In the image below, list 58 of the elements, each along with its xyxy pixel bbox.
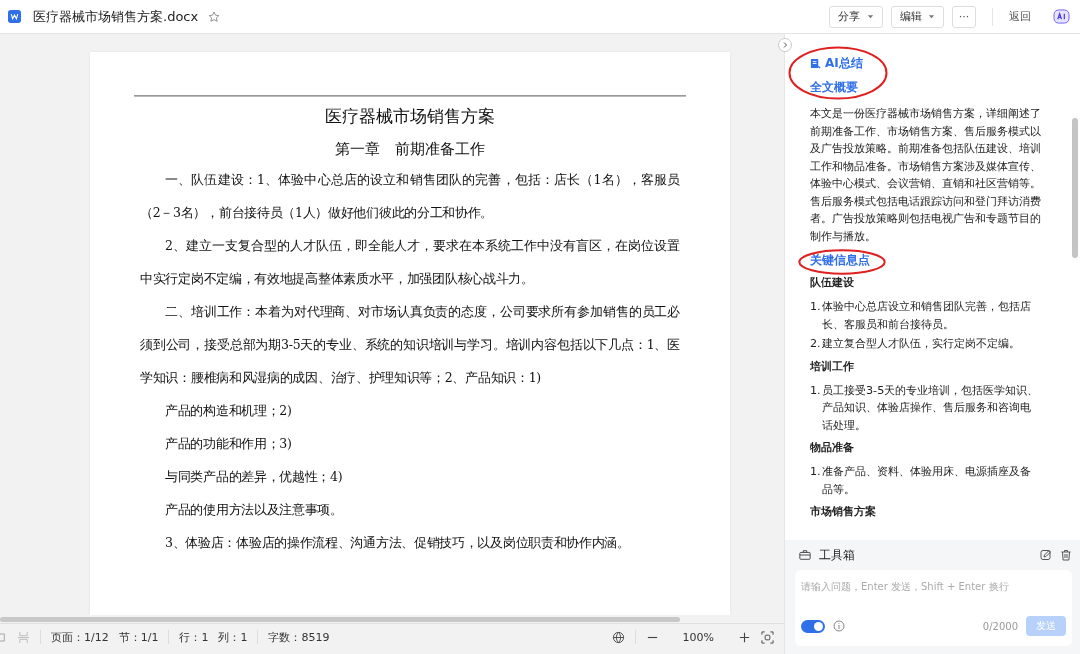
toolbox-label[interactable]: 工具箱 bbox=[819, 546, 855, 564]
list-number: 2. bbox=[810, 336, 822, 352]
dropdown-button[interactable]: 编辑 bbox=[890, 5, 944, 28]
document-title: 医疗器械市场销售方案.docx bbox=[33, 7, 199, 26]
paragraph: 产品的功能和作用；3) bbox=[164, 435, 293, 453]
paragraph: 与同类产品的差异，优越性；4) bbox=[164, 468, 344, 486]
document-icon bbox=[8, 10, 21, 23]
globe-icon[interactable] bbox=[611, 630, 625, 644]
question-field[interactable]: 请输入问题，Enter 发送，Shift + Enter 换行 bbox=[795, 570, 1072, 610]
paragraph: 二、培训工作：本着为对代理商、对市场认真负责的态度，公司要求所有参加销售的员工必须到公司，接受总部为期3-5天的专业、系统的知识培训与学习。培训内容包括以下几点：1、医学知识：腰椎病和风湿病的成因、治疗、护理知识等；2、产品知识：1) bbox=[140, 303, 680, 387]
group-title: 队伍建设 bbox=[810, 276, 855, 290]
dropdown-button[interactable]: 分享 bbox=[829, 5, 883, 28]
chapter-heading: 第一章 前期准备工作 bbox=[334, 140, 486, 159]
page-count: 页面：1/12 bbox=[51, 629, 109, 645]
caret-icon bbox=[866, 13, 874, 20]
info-icon[interactable] bbox=[833, 620, 845, 632]
paragraph: 3、体验店：体验店的操作流程、沟通方法、促销技巧，以及岗位职责和协作内涵。 bbox=[164, 534, 631, 552]
toolbox-icon bbox=[799, 549, 811, 561]
list-number: 1. bbox=[810, 299, 822, 315]
summary-icon bbox=[810, 57, 821, 69]
zoom-level: 100% bbox=[682, 630, 714, 644]
list-number: 1. bbox=[810, 464, 822, 480]
summary-text: 本文是一份医疗器械市场销售方案，详细阐述了前期准备工作、市场销售方案、售后服务模式以及广告投放策略。前期准备包括队伍建设、培训工作和物品准备。市场销售方案涉及媒体宣传、体验中心模式、会议营销、直销和社区营销等。售后服务模式包括电话跟踪访问和登门拜访消费者。广告投放策略则包括电视广告和专题节目的制作与播放。 bbox=[810, 106, 1042, 245]
list-item: 员工接受3-5天的专业培训，包括医学知识、产品知识、体验店操作、售后服务和咨询电话处理。 bbox=[822, 382, 1040, 434]
paragraph: 产品的使用方法以及注意事项。 bbox=[164, 501, 344, 519]
paragraph: 2、建立一支复合型的人才队伍，即全能人才，要求在本系统工作中没有盲区，在岗位设置中实行定岗不定编，有效地提高整体素质水平，加强团队核心战斗力。 bbox=[140, 237, 680, 288]
word-count: 字数：8519 bbox=[268, 629, 330, 645]
group-title: 培训工作 bbox=[810, 359, 855, 374]
ai-icon[interactable] bbox=[1053, 9, 1070, 24]
edit-icon[interactable] bbox=[1040, 549, 1052, 561]
paragraph: 产品的构造和机理；2) bbox=[164, 402, 293, 420]
paragraph: 一、队伍建设：1、体验中心总店的设立和销售团队的完善，包括：店长（1名），客服员（2－3名），前台接待员（1人）做好他们彼此的分工和协作。 bbox=[140, 171, 680, 222]
group-title: 市场销售方案 bbox=[810, 505, 877, 519]
list-item: 体验中心总店设立和销售团队完善，包括店长、客服员和前台接待员。 bbox=[822, 299, 1032, 333]
column-number: 列：1 bbox=[218, 629, 248, 645]
star-icon[interactable] bbox=[208, 10, 221, 23]
scrollbar-thumb[interactable] bbox=[0, 617, 680, 622]
character-counter: 0/2000 bbox=[982, 620, 1018, 632]
list-item: 准备产品、资料、体验用床、电源插座及备品等。 bbox=[822, 464, 1032, 498]
back-link[interactable]: 返回 bbox=[1009, 9, 1031, 24]
section-count: 节：1/1 bbox=[118, 629, 159, 645]
group-title: 物品准备 bbox=[810, 441, 855, 455]
line-number: 行：1 bbox=[179, 629, 209, 645]
section-heading: 全文概要 bbox=[810, 79, 859, 96]
document-heading: 医疗器械市场销售方案 bbox=[324, 105, 496, 128]
toggle-switch[interactable] bbox=[801, 619, 825, 633]
more-button[interactable]: ··· bbox=[952, 5, 976, 28]
list-item: 建立复合型人才队伍，实行定岗不定编。 bbox=[822, 336, 1021, 352]
panel-title: AI总结 bbox=[825, 54, 863, 72]
section-heading: 关键信息点 bbox=[810, 252, 870, 269]
list-number: 1. bbox=[810, 382, 822, 399]
scrollbar-thumb[interactable] bbox=[1072, 118, 1078, 258]
collapse-button[interactable] bbox=[778, 38, 792, 52]
zoom-in-icon[interactable] bbox=[738, 630, 751, 644]
trash-icon[interactable] bbox=[1060, 549, 1072, 561]
fit-screen-icon[interactable] bbox=[761, 630, 774, 644]
chevron-icon bbox=[781, 41, 789, 49]
caret-icon bbox=[928, 13, 935, 20]
